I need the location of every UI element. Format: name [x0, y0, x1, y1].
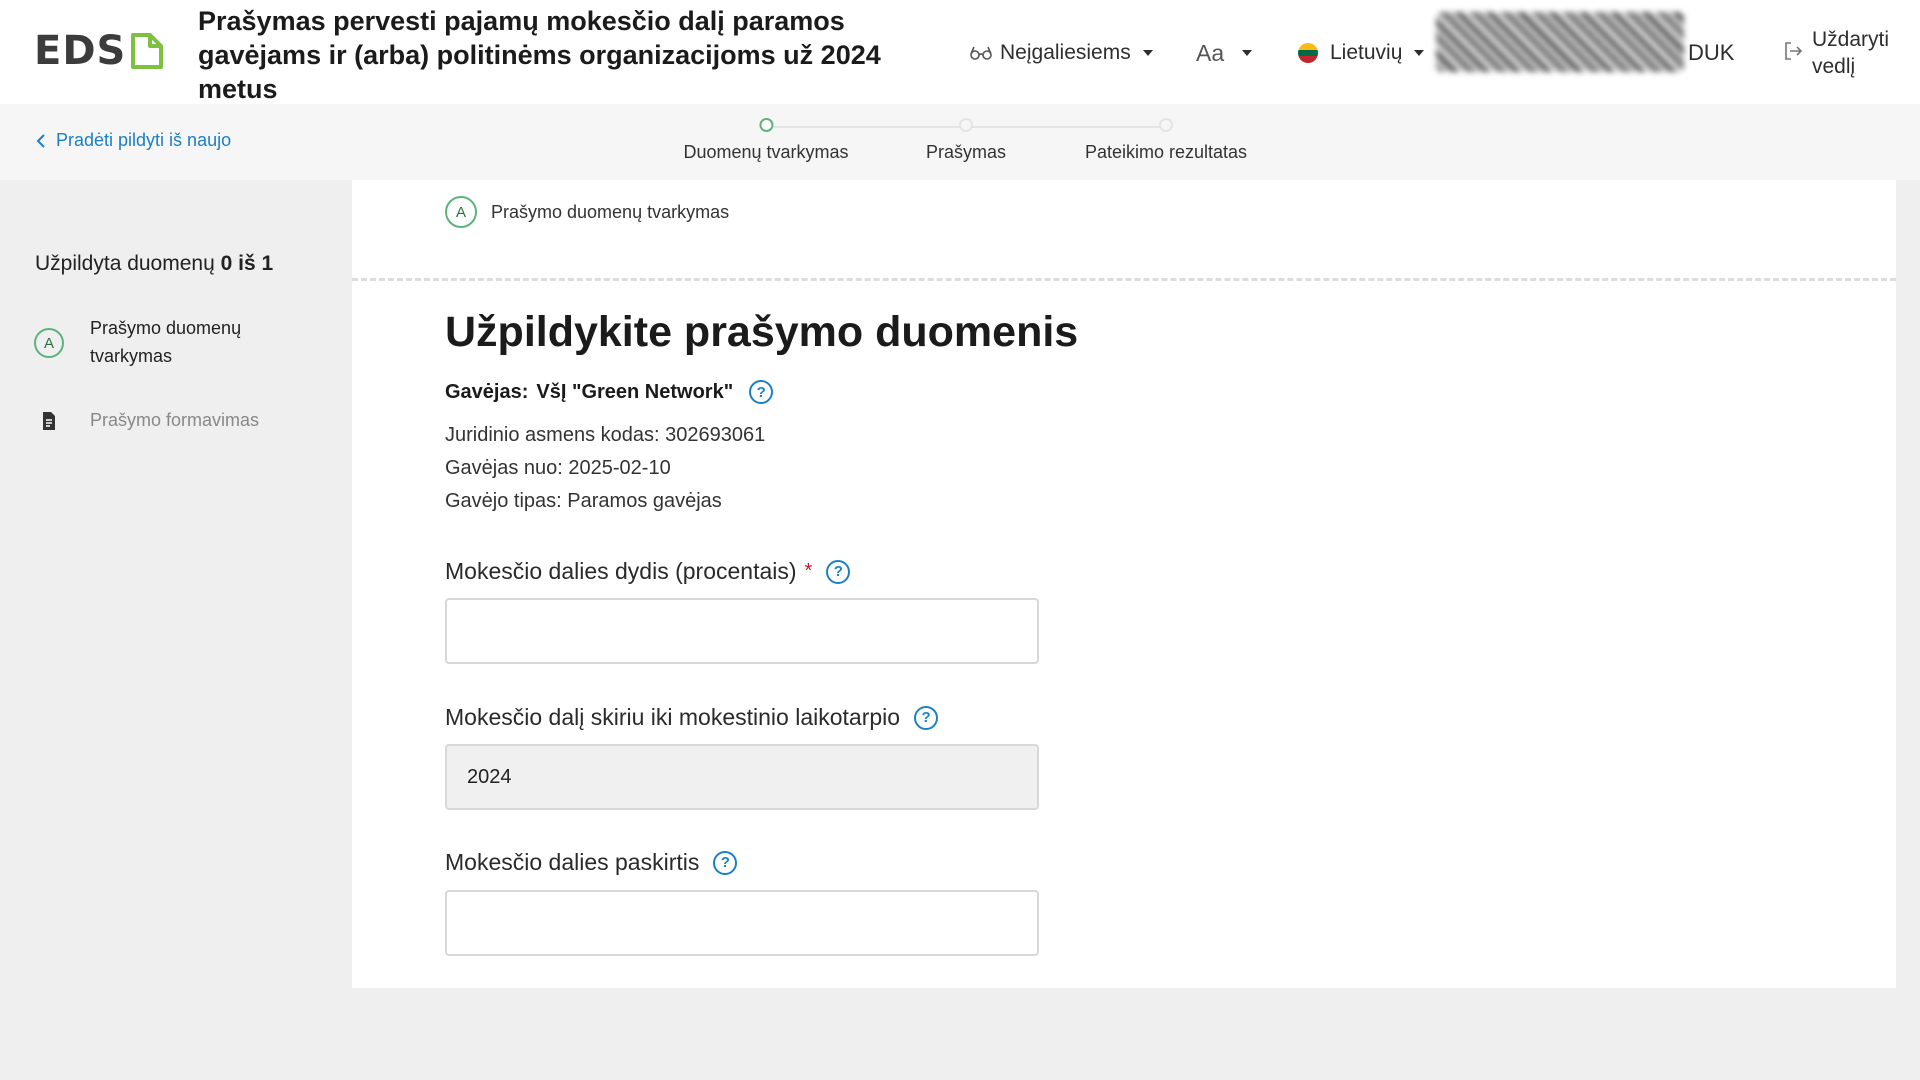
close-wizard-button[interactable]: Uždaryti vedlį: [1782, 26, 1902, 78]
main-content: A Prašymo duomenų tvarkymas Užpildykite …: [352, 180, 1896, 988]
step-label: Duomenų tvarkymas: [683, 142, 849, 162]
sidebar-item-data-management[interactable]: A Prašymo duomenų tvarkymas: [34, 314, 290, 370]
logo-text: EDS: [34, 28, 127, 74]
progress-prefix: Užpildyta duomenų: [35, 252, 215, 275]
sidebar-item-request-forming[interactable]: Prašymo formavimas: [34, 406, 290, 436]
accessibility-label: Neįgaliesiems: [1000, 41, 1131, 64]
top-header: EDS Prašymas pervesti pajamų mokesčio da…: [0, 0, 1920, 104]
chevron-down-icon: [1242, 50, 1253, 56]
restart-link-label: Pradėti pildyti iš naujo: [56, 130, 232, 150]
section-a-badge: A: [34, 328, 64, 358]
close-wizard-label: Uždaryti vedlį: [1812, 28, 1890, 78]
tax-share-percent-label: Mokesčio dalies dydis (procentais) * ?: [445, 558, 851, 585]
sidebar: Užpildyta duomenų 0 iš 1 A Prašymo duome…: [0, 180, 352, 980]
language-label: Lietuvių: [1330, 41, 1403, 64]
document-icon: [34, 406, 64, 436]
recipient-since: Gavėjas nuo: 2025-02-10: [445, 457, 671, 479]
restart-link[interactable]: Pradėti pildyti iš naujo: [36, 130, 231, 151]
glasses-icon: [970, 46, 992, 60]
field-label-text: Mokesčio dalies dydis (procentais): [445, 558, 797, 584]
progress-value: 0 iš 1: [220, 252, 274, 275]
question-circle-icon[interactable]: ?: [713, 850, 738, 875]
field-label-text: Mokesčio dalį skiriu iki mokestinio laik…: [445, 704, 901, 730]
step-dot: [759, 118, 773, 132]
accessibility-menu[interactable]: Neįgaliesiems: [970, 36, 1153, 70]
document-icon: [131, 33, 164, 69]
step-label: Pateikimo rezultatas: [1084, 142, 1248, 162]
chevron-left-icon: [36, 133, 45, 148]
sidebar-item-label: Prašymo formavimas: [90, 410, 260, 430]
question-circle-icon[interactable]: ?: [749, 380, 774, 404]
section-heading: A Prašymo duomenų tvarkymas: [445, 196, 729, 228]
recipient-type: Gavėjo tipas: Paramos gavėjas: [445, 490, 722, 512]
step-data-management[interactable]: Duomenų tvarkymas: [683, 118, 849, 163]
question-circle-icon[interactable]: ?: [914, 705, 939, 730]
exit-icon: [1785, 42, 1803, 60]
section-a-badge: A: [445, 196, 477, 228]
chevron-down-icon: [1142, 50, 1153, 56]
recipient-label: Gavėjas:: [445, 380, 529, 403]
fill-progress: Užpildyta duomenų 0 iš 1: [35, 252, 273, 276]
eds-logo[interactable]: EDS: [34, 28, 164, 74]
step-label: Prašymas: [925, 142, 1007, 162]
step-dot: [958, 118, 973, 132]
step-result[interactable]: Pateikimo rezultatas: [1085, 118, 1247, 163]
font-size-menu[interactable]: Aa: [1196, 36, 1253, 70]
tax-purpose-label: Mokesčio dalies paskirtis ?: [445, 849, 738, 876]
page-header-title: Prašymas pervesti pajamų mokesčio dalį p…: [198, 6, 881, 104]
required-mark: *: [804, 560, 813, 582]
tax-period-field[interactable]: 2024: [445, 744, 1039, 810]
legal-code: Juridinio asmens kodas: 302693061: [445, 424, 766, 446]
step-request[interactable]: Prašymas: [926, 118, 1006, 163]
wizard-stepbar: Pradėti pildyti iš naujo Duomenų tvarkym…: [0, 104, 1920, 180]
language-menu[interactable]: Lietuvių: [1298, 36, 1425, 70]
tax-purpose-input[interactable]: [445, 890, 1039, 956]
faq-label: DUK: [1688, 40, 1735, 65]
faq-link[interactable]: DUK: [1688, 36, 1734, 70]
page-title: Užpildykite prašymo duomenis: [445, 308, 1079, 356]
font-size-label: Aa: [1196, 39, 1225, 66]
section-divider: [352, 278, 1896, 281]
chevron-down-icon: [1414, 50, 1425, 56]
recipient-name: VšĮ "Green Network": [536, 380, 734, 403]
recipient-row: Gavėjas: VšĮ "Green Network" ?: [445, 380, 774, 404]
flag-lt-icon: [1298, 43, 1318, 63]
field-label-text: Mokesčio dalies paskirtis: [445, 849, 700, 875]
user-name-redacted: [1436, 12, 1684, 72]
tax-period-label: Mokesčio dalį skiriu iki mokestinio laik…: [445, 704, 939, 731]
sidebar-item-label: Prašymo duomenų tvarkymas: [90, 318, 242, 366]
step-dot: [1158, 118, 1173, 132]
section-label: Prašymo duomenų tvarkymas: [491, 201, 730, 222]
question-circle-icon[interactable]: ?: [826, 559, 851, 584]
tax-share-percent-input[interactable]: [445, 598, 1039, 664]
